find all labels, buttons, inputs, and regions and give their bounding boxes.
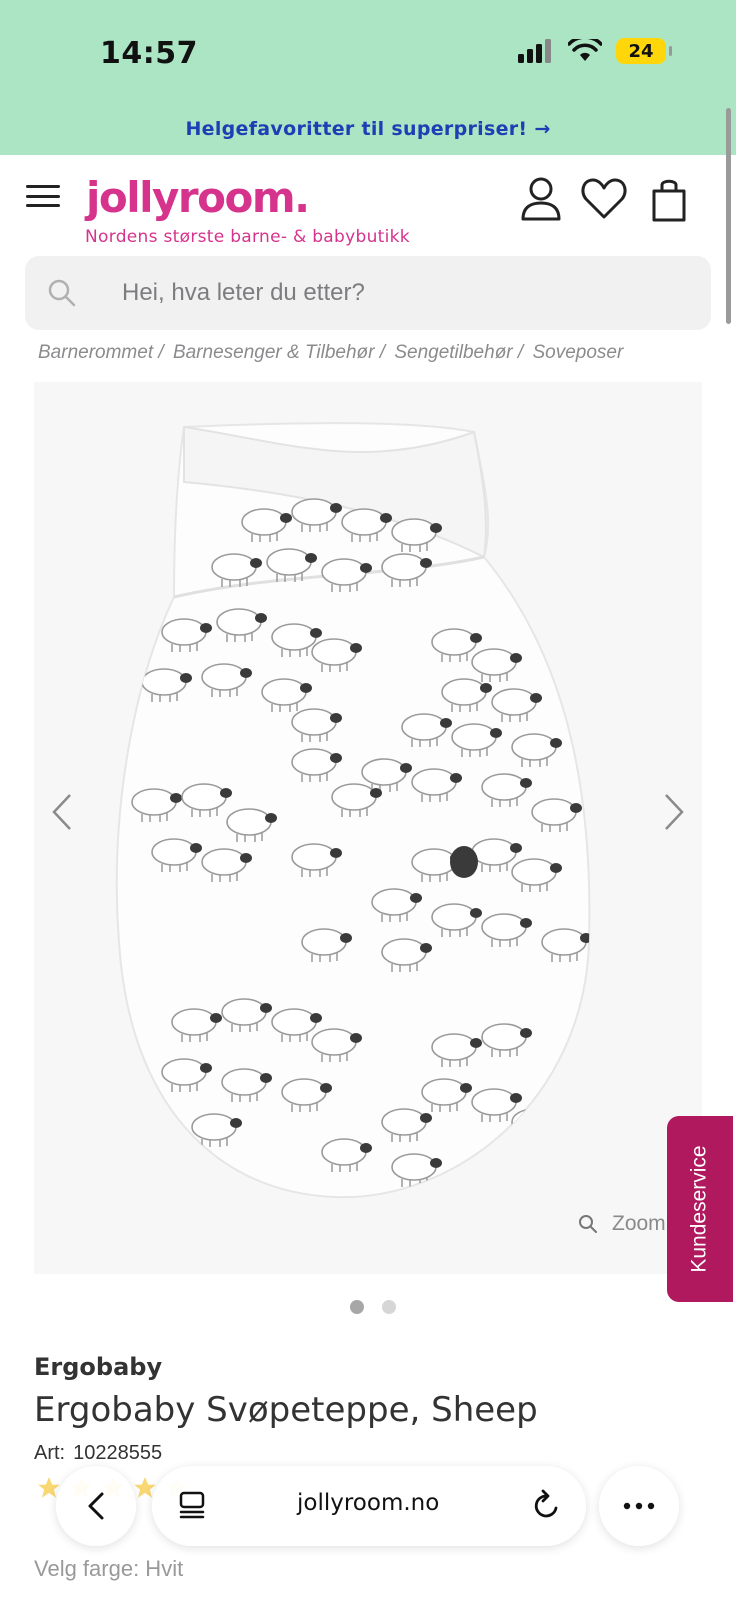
menu-button[interactable] bbox=[26, 181, 60, 211]
product-title: Ergobaby Svøpeteppe, Sheep bbox=[34, 1390, 538, 1430]
browser-toolbar: jollyroom.no bbox=[0, 1450, 736, 1600]
breadcrumb-item-barnesenger[interactable]: Barnesenger & Tilbehør / bbox=[173, 342, 385, 363]
cart-icon[interactable] bbox=[650, 177, 688, 223]
gallery-dot-1[interactable] bbox=[350, 1300, 364, 1314]
wifi-icon bbox=[568, 39, 602, 61]
gallery-next-button[interactable] bbox=[654, 782, 694, 842]
breadcrumb: Barnerommet / Barnesenger & Tilbehør / S… bbox=[38, 342, 627, 364]
product-brand[interactable]: Ergobaby bbox=[34, 1353, 162, 1381]
browser-more-button[interactable] bbox=[599, 1466, 679, 1546]
menu-icon bbox=[26, 185, 60, 188]
site-header: jollyroom. Nordens største barne- & baby… bbox=[0, 155, 736, 255]
gallery-dot-2[interactable] bbox=[382, 1300, 396, 1314]
status-icons: 24 bbox=[518, 38, 672, 64]
gallery-prev-button[interactable] bbox=[42, 782, 82, 842]
browser-back-button[interactable] bbox=[56, 1466, 136, 1546]
battery-indicator: 24 bbox=[616, 38, 672, 64]
site-tagline: Nordens største barne- & babybutikk bbox=[85, 227, 410, 247]
customer-service-tab[interactable]: Kundeservice bbox=[667, 1116, 733, 1302]
product-gallery[interactable]: Zoom bbox=[34, 382, 702, 1274]
signal-icon bbox=[518, 39, 551, 63]
zoom-button[interactable]: Zoom bbox=[578, 1212, 666, 1236]
page-scrollbar[interactable] bbox=[726, 108, 731, 324]
promo-banner-link[interactable]: Helgefavoritter til superpriser! → bbox=[0, 118, 736, 140]
zoom-icon bbox=[579, 1215, 597, 1233]
browser-url: jollyroom.no bbox=[297, 1490, 440, 1516]
search-icon bbox=[48, 279, 76, 307]
back-icon bbox=[88, 1492, 104, 1520]
tabs-icon[interactable] bbox=[178, 1490, 206, 1520]
product-image[interactable] bbox=[34, 382, 702, 1274]
chevron-left-icon bbox=[52, 794, 71, 830]
search-input[interactable] bbox=[97, 256, 687, 330]
zoom-label: Zoom bbox=[612, 1212, 666, 1235]
gallery-pagination bbox=[350, 1300, 396, 1314]
search-bar[interactable] bbox=[25, 256, 711, 330]
breadcrumb-item-soveposer[interactable]: Soveposer bbox=[532, 342, 623, 363]
site-logo[interactable]: jollyroom. bbox=[86, 173, 310, 222]
breadcrumb-item-barnerommet[interactable]: Barnerommet / bbox=[38, 342, 164, 363]
status-time: 14:57 bbox=[100, 36, 198, 71]
account-icon[interactable] bbox=[519, 175, 563, 223]
breadcrumb-item-sengetilbehor[interactable]: Sengetilbehør / bbox=[394, 342, 523, 363]
more-icon bbox=[623, 1502, 655, 1510]
browser-address-bar[interactable]: jollyroom.no bbox=[152, 1466, 586, 1546]
customer-service-label: Kundeservice bbox=[688, 1145, 711, 1273]
heart-icon[interactable] bbox=[580, 175, 628, 221]
reload-icon[interactable] bbox=[532, 1488, 562, 1522]
chevron-right-icon bbox=[665, 794, 684, 830]
